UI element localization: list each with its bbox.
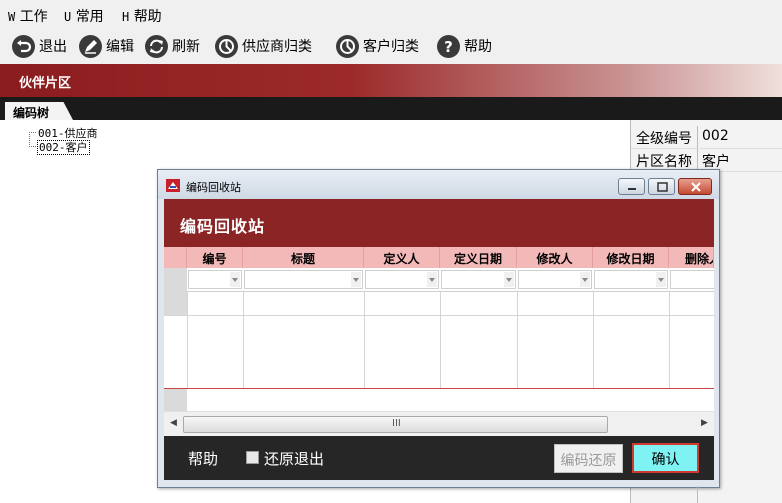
exit-button[interactable]: 退出	[12, 31, 67, 61]
pencil-icon	[79, 34, 102, 58]
recycle-grid: 编号 标题 定义人 定义日期 修改人 修改日期 删除人	[164, 247, 714, 411]
dialog-footer: 帮助 还原退出 编码还原 确认	[164, 436, 714, 480]
edit-button[interactable]: 编辑	[79, 31, 134, 61]
minimize-icon	[628, 188, 636, 190]
column-header[interactable]: 修改日期	[593, 247, 669, 268]
column-header[interactable]: 删除人	[669, 247, 714, 268]
summary-row-selector	[164, 389, 187, 411]
horizontal-scrollbar[interactable]: ◀ III ▶	[164, 411, 714, 436]
grid-column-line	[440, 292, 441, 388]
detail-row-code: 全级编号 002	[631, 126, 782, 149]
filter-cell[interactable]	[594, 270, 668, 289]
menu-common[interactable]: U 常用	[64, 6, 104, 26]
tab-strip: 编码树	[0, 97, 782, 120]
scroll-thumb[interactable]: III	[183, 416, 608, 433]
exit-icon	[12, 34, 35, 58]
confirm-button[interactable]: 确认	[632, 443, 699, 473]
column-header[interactable]: 标题	[243, 247, 364, 268]
column-header[interactable]: 定义日期	[440, 247, 517, 268]
recycle-bin-dialog: 编码回收站 编码回收站 编号 标题 定义人 定义日期 修改人 修改日期 删除人	[157, 169, 720, 488]
tree-item-customer[interactable]: 002-客户	[29, 139, 90, 155]
pie-chart-icon	[215, 34, 238, 58]
minimize-button[interactable]	[618, 178, 645, 195]
column-header[interactable]: 编号	[187, 247, 243, 268]
scroll-right-icon[interactable]: ▶	[701, 418, 708, 428]
restore-code-button[interactable]: 编码还原	[554, 444, 623, 473]
row-selector	[164, 268, 187, 292]
supplier-classify-label: 供应商归类	[242, 39, 312, 55]
grid-column-line	[243, 292, 244, 388]
edit-label: 编辑	[106, 39, 134, 55]
chevron-down-icon[interactable]	[580, 272, 590, 287]
pie-chart-icon	[336, 34, 359, 58]
close-icon	[691, 182, 701, 192]
filter-cell[interactable]	[365, 270, 439, 289]
customer-classify-label: 客户归类	[363, 39, 419, 55]
restore-exit-checkbox[interactable]	[246, 451, 259, 464]
filter-cell[interactable]	[518, 270, 592, 289]
question-icon: ?	[437, 34, 460, 58]
grid-column-line	[593, 292, 594, 388]
filter-row	[164, 268, 714, 292]
dialog-titlebar[interactable]: 编码回收站	[158, 170, 719, 199]
grid-row-divider	[164, 315, 714, 316]
toolbar: 退出 编辑 刷新 供应商归类 客户归类 ? 帮助	[0, 28, 782, 64]
grid-column-line	[364, 292, 365, 388]
summary-row-divider	[164, 388, 714, 389]
menu-work-key: W	[8, 10, 16, 24]
help-button[interactable]: ? 帮助	[437, 31, 492, 61]
row-selector[interactable]	[164, 292, 187, 315]
filter-cell[interactable]	[441, 270, 516, 289]
detail-column-line	[697, 486, 698, 503]
chevron-down-icon[interactable]	[656, 272, 666, 287]
filter-cell[interactable]	[188, 270, 242, 289]
column-header[interactable]: 定义人	[364, 247, 440, 268]
exit-label: 退出	[39, 39, 67, 55]
maximize-button[interactable]	[648, 178, 675, 195]
customer-classify-button[interactable]: 客户归类	[336, 31, 419, 61]
code-value[interactable]: 002	[699, 126, 782, 149]
menu-help-key: H	[122, 10, 130, 24]
grid-column-line	[517, 292, 518, 388]
refresh-icon	[145, 34, 168, 58]
app-icon	[166, 179, 180, 192]
menu-help[interactable]: H 帮助	[122, 6, 162, 26]
dialog-window-title: 编码回收站	[186, 181, 241, 194]
grid-column-line	[669, 292, 670, 388]
help-label: 帮助	[464, 39, 492, 55]
restore-exit-label[interactable]: 还原退出	[264, 448, 324, 469]
code-label: 全级编号	[631, 126, 698, 149]
refresh-label: 刷新	[172, 39, 200, 55]
tab-code-tree[interactable]: 编码树	[5, 102, 73, 120]
dialog-header: 编码回收站	[164, 199, 714, 247]
supplier-classify-button[interactable]: 供应商归类	[215, 31, 312, 61]
menu-work-label: 工作	[19, 9, 48, 25]
chevron-down-icon[interactable]	[504, 272, 514, 287]
menu-common-label: 常用	[75, 9, 104, 25]
chevron-down-icon[interactable]	[351, 272, 361, 287]
section-title: 伙伴片区	[19, 76, 72, 91]
chevron-down-icon[interactable]	[230, 272, 240, 287]
menu-help-label: 帮助	[133, 9, 162, 25]
maximize-icon	[657, 182, 668, 192]
column-header[interactable]: 修改人	[517, 247, 593, 268]
menu-bar: W 工作 U 常用 H 帮助	[0, 0, 782, 28]
close-button[interactable]	[678, 178, 712, 195]
grid-column-line	[187, 292, 188, 388]
tree-item-label: 002-客户	[37, 140, 90, 155]
section-header: 伙伴片区	[0, 64, 782, 97]
row-selector-header	[164, 247, 187, 268]
footer-help-link[interactable]: 帮助	[188, 448, 218, 469]
chevron-down-icon[interactable]	[427, 272, 437, 287]
filter-cell[interactable]	[670, 270, 714, 289]
refresh-button[interactable]: 刷新	[145, 31, 200, 61]
svg-text:?: ?	[444, 38, 453, 56]
scroll-grip: III	[392, 418, 401, 429]
menu-work[interactable]: W 工作	[8, 6, 48, 26]
menu-common-key: U	[64, 10, 72, 24]
dialog-heading: 编码回收站	[180, 217, 266, 236]
scroll-left-icon[interactable]: ◀	[170, 418, 177, 428]
filter-cell[interactable]	[244, 270, 363, 289]
